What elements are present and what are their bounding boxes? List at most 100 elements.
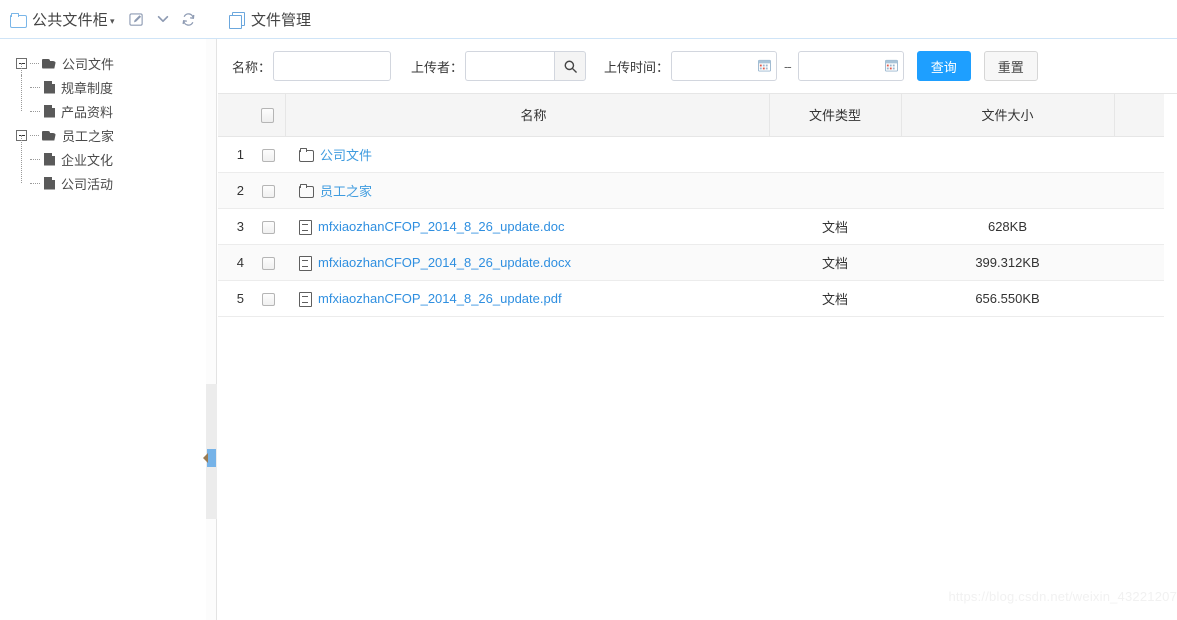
row-file-size: 399.312KB bbox=[901, 244, 1114, 281]
file-icon bbox=[44, 104, 55, 118]
date-range-separator: -- bbox=[784, 58, 792, 74]
row-checkbox-cell bbox=[251, 244, 285, 281]
file-name-link[interactable]: 公司文件 bbox=[320, 145, 372, 164]
row-checkbox[interactable] bbox=[261, 148, 275, 162]
file-table: 名称 文件类型 文件大小 1 公司文件 2 员工之家 3 mfxiaozhanC… bbox=[218, 94, 1164, 317]
row-file-type: 文档 bbox=[769, 280, 901, 317]
query-button[interactable]: 查询 bbox=[916, 51, 971, 81]
date-start-group bbox=[671, 51, 778, 81]
folder-icon bbox=[299, 183, 314, 198]
row-name-cell: 公司文件 bbox=[285, 136, 769, 173]
tree-children: 企业文化 公司活动 bbox=[21, 135, 217, 195]
row-file-size bbox=[901, 136, 1114, 173]
row-checkbox[interactable] bbox=[261, 256, 275, 270]
file-table-wrapper: 名称 文件类型 文件大小 1 公司文件 2 员工之家 3 mfxiaozhanC… bbox=[218, 93, 1177, 317]
header-index bbox=[218, 94, 251, 137]
tree-row-company-files[interactable]: 公司文件 bbox=[16, 51, 217, 75]
tree-row-product-docs[interactable]: 产品资料 bbox=[30, 99, 217, 123]
row-checkbox[interactable] bbox=[261, 220, 275, 234]
uploader-filter-label: 上传者： bbox=[411, 59, 464, 75]
row-name-cell: 员工之家 bbox=[285, 172, 769, 209]
tree-row-corporate-culture[interactable]: 企业文化 bbox=[30, 147, 217, 171]
file-name-link[interactable]: mfxiaozhanCFOP_2014_8_26_update.pdf bbox=[318, 291, 562, 306]
upload-time-filter-label: 上传时间： bbox=[604, 59, 670, 75]
file-table-head: 名称 文件类型 文件大小 bbox=[218, 94, 1164, 137]
pages-icon bbox=[229, 11, 245, 29]
folder-open-icon bbox=[42, 57, 57, 70]
collapse-sidebar-handle-icon[interactable] bbox=[203, 449, 216, 467]
header-file-type[interactable]: 文件类型 bbox=[769, 94, 902, 137]
date-end-group bbox=[797, 51, 904, 81]
tree-row-rules[interactable]: 规章制度 bbox=[30, 75, 217, 99]
table-row[interactable]: 4 mfxiaozhanCFOP_2014_8_26_update.docx 文… bbox=[218, 244, 1164, 281]
refresh-icon[interactable] bbox=[181, 11, 197, 27]
tree-label: 公司活动 bbox=[61, 176, 114, 192]
row-name-cell: mfxiaozhanCFOP_2014_8_26_update.doc bbox=[285, 208, 769, 245]
name-search-input[interactable] bbox=[273, 51, 392, 81]
folder-open-icon bbox=[42, 129, 57, 142]
row-index: 5 bbox=[218, 280, 251, 317]
folder-tree: 公司文件 规章制度 产品资料 员工之家 企业文化 公司活动 bbox=[0, 39, 217, 195]
header-name[interactable]: 名称 bbox=[285, 94, 770, 137]
search-icon[interactable] bbox=[554, 51, 587, 81]
row-checkbox[interactable] bbox=[261, 184, 275, 198]
row-checkbox[interactable] bbox=[261, 292, 275, 306]
splitter-track[interactable] bbox=[206, 39, 217, 620]
table-row[interactable]: 2 员工之家 bbox=[218, 172, 1164, 209]
sidebar-header: 公共文件柜 ▾ bbox=[0, 0, 217, 39]
tree-connector bbox=[30, 62, 39, 64]
row-extra bbox=[1114, 172, 1164, 209]
reset-button[interactable]: 重置 bbox=[983, 51, 1038, 81]
file-table-body: 1 公司文件 2 员工之家 3 mfxiaozhanCFOP_2014_8_26… bbox=[218, 136, 1164, 317]
row-file-type: 文档 bbox=[769, 208, 901, 245]
name-filter-label: 名称： bbox=[232, 59, 272, 75]
sidebar-title: 公共文件柜 bbox=[32, 11, 109, 29]
select-all-checkbox[interactable] bbox=[261, 107, 275, 123]
row-checkbox-cell bbox=[251, 280, 285, 317]
table-header-row: 名称 文件类型 文件大小 bbox=[218, 94, 1164, 137]
row-index: 1 bbox=[218, 136, 251, 173]
sidebar-toolbar bbox=[129, 11, 197, 27]
folder-icon bbox=[299, 147, 314, 162]
row-file-type bbox=[769, 172, 901, 209]
file-icon bbox=[44, 152, 55, 166]
edit-icon[interactable] bbox=[129, 11, 145, 27]
row-checkbox-cell bbox=[251, 136, 285, 173]
file-name-link[interactable]: mfxiaozhanCFOP_2014_8_26_update.doc bbox=[318, 219, 564, 234]
upload-date-end-input[interactable] bbox=[797, 51, 904, 81]
filter-bar: 名称： 上传者： 上传时间： -- 查询 重置 bbox=[217, 39, 1177, 93]
tree-label: 企业文化 bbox=[61, 152, 114, 168]
file-icon bbox=[44, 80, 55, 94]
file-name-link[interactable]: mfxiaozhanCFOP_2014_8_26_update.docx bbox=[318, 255, 571, 270]
tree-row-company-activity[interactable]: 公司活动 bbox=[30, 171, 217, 195]
tree-connector bbox=[30, 134, 39, 136]
row-file-type: 文档 bbox=[769, 244, 901, 281]
row-index: 4 bbox=[218, 244, 251, 281]
table-row[interactable]: 1 公司文件 bbox=[218, 136, 1164, 173]
row-extra bbox=[1114, 244, 1164, 281]
header-extra bbox=[1114, 94, 1164, 137]
file-icon bbox=[299, 291, 312, 307]
tree-node-staff-home: 员工之家 企业文化 公司活动 bbox=[16, 123, 217, 195]
uploader-search-input[interactable] bbox=[465, 51, 555, 81]
file-name-link[interactable]: 员工之家 bbox=[320, 181, 372, 200]
table-row[interactable]: 5 mfxiaozhanCFOP_2014_8_26_update.pdf 文档… bbox=[218, 280, 1164, 317]
tree-label: 规章制度 bbox=[61, 80, 114, 96]
upload-date-start-input[interactable] bbox=[671, 51, 778, 81]
table-row[interactable]: 3 mfxiaozhanCFOP_2014_8_26_update.doc 文档… bbox=[218, 208, 1164, 245]
page-title: 文件管理 bbox=[251, 11, 312, 29]
uploader-filter-group bbox=[465, 51, 587, 81]
tree-children: 规章制度 产品资料 bbox=[21, 63, 217, 123]
main-header: 文件管理 bbox=[217, 0, 1177, 39]
tree-label: 公司文件 bbox=[62, 56, 115, 72]
row-checkbox-cell bbox=[251, 172, 285, 209]
row-extra bbox=[1114, 136, 1164, 173]
row-extra bbox=[1114, 280, 1164, 317]
folder-outline-icon bbox=[10, 12, 27, 28]
chevron-down-icon[interactable]: ▾ bbox=[110, 16, 115, 26]
chevron-down-icon-tool[interactable] bbox=[155, 11, 171, 27]
file-icon bbox=[299, 255, 312, 271]
sidebar-splitter[interactable] bbox=[203, 39, 217, 620]
header-file-size[interactable]: 文件大小 bbox=[901, 94, 1115, 137]
tree-row-staff-home[interactable]: 员工之家 bbox=[16, 123, 217, 147]
